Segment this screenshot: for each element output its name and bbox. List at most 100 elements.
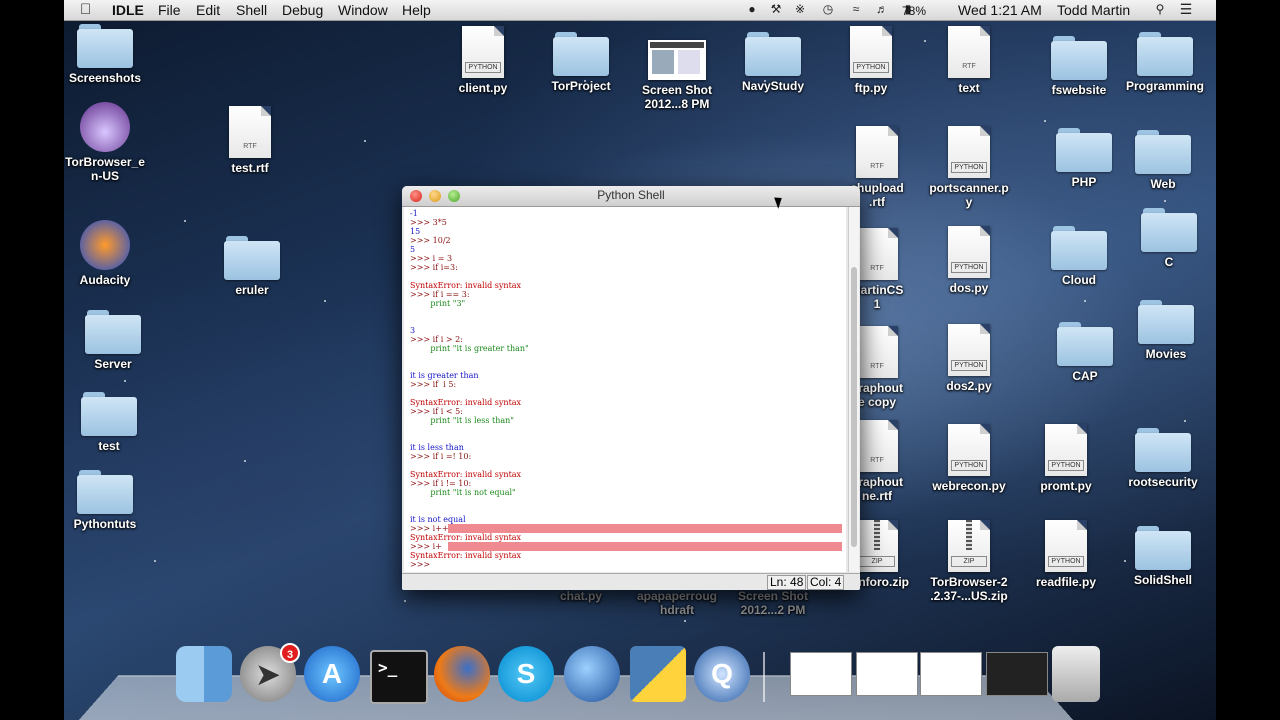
- desktop-icon-movies[interactable]: Movies: [1111, 300, 1216, 361]
- desktop-icon-text[interactable]: RTF text: [914, 26, 1024, 95]
- shell-line: >>> if i == 3:: [410, 290, 470, 299]
- desktop-icon-programming[interactable]: Programming: [1110, 32, 1216, 93]
- desktop-icon-solidshell[interactable]: SolidShell: [1108, 526, 1216, 587]
- vertical-scrollbar[interactable]: [848, 207, 859, 572]
- audacity-icon: [80, 220, 130, 270]
- desktop-icon-client-py[interactable]: PYTHON client.py: [428, 26, 538, 95]
- desktop-icon-label: test: [98, 439, 120, 453]
- volume-icon[interactable]: ♬: [874, 2, 890, 17]
- desktop-icon-promt-py[interactable]: PYTHON promt.py: [1011, 424, 1121, 493]
- desktop-icon-navystudy[interactable]: NavyStudy: [718, 32, 828, 93]
- folder-icon: [745, 32, 801, 76]
- shell-line: -1: [410, 209, 418, 218]
- shell-line: >>> if i =! 10:: [410, 452, 472, 461]
- menu-edit[interactable]: Edit: [196, 1, 220, 19]
- folder-icon: [85, 310, 141, 354]
- desktop-icon-eruler[interactable]: eruler: [197, 236, 307, 297]
- folder-icon: [1056, 128, 1112, 172]
- python-icon[interactable]: [630, 646, 686, 702]
- skype-status-icon[interactable]: ●: [744, 2, 760, 17]
- menu-window[interactable]: Window: [338, 1, 388, 19]
- spotlight-search-icon[interactable]: ⚲: [1152, 2, 1168, 17]
- quicktime-icon[interactable]: Q: [694, 646, 750, 702]
- dock-separator: [763, 652, 765, 702]
- desktop-icon-label: Screen Shot 2012...2 PM: [737, 589, 809, 617]
- python-shell-window[interactable]: Python Shell -1 >>> 3*5 15 >>> 10/2 5 >>> i =…: [402, 186, 860, 590]
- desktop-icon-torbrowser-en-us[interactable]: TorBrowser_e n-US: [64, 102, 160, 183]
- desktop-icon-test[interactable]: test: [64, 392, 164, 453]
- desktop-icon-label: Pythontuts: [73, 517, 137, 531]
- shell-line: >>> if i != 10:: [410, 479, 472, 488]
- shell-line: >>> i+: [410, 542, 442, 551]
- desktop-icon-screen-shot2012-8-pm[interactable]: Screen Shot 2012...8 PM: [622, 40, 732, 111]
- terminal-glyph: >_: [378, 658, 398, 677]
- finder-icon[interactable]: [176, 646, 232, 702]
- folder-icon: [1135, 130, 1191, 174]
- menu-file[interactable]: File: [158, 1, 181, 19]
- scrollbar-thumb[interactable]: [851, 267, 857, 547]
- desktop-icon-label: Programming: [1125, 79, 1204, 93]
- shell-line: >>> if i < 5:: [410, 407, 463, 416]
- error-highlight: [448, 524, 842, 533]
- desktop-icon-screenshots[interactable]: Screenshots: [64, 24, 160, 85]
- shell-line: >>>: [410, 560, 431, 569]
- desktop-icon-ftp-py[interactable]: PYTHON ftp.py: [816, 26, 926, 95]
- menu-debug[interactable]: Debug: [282, 1, 323, 19]
- window-title: Python Shell: [597, 188, 665, 202]
- menu-help[interactable]: Help: [402, 1, 431, 19]
- desktop-icon-label: NavyStudy: [741, 79, 805, 93]
- desktop-icon-test-rtf[interactable]: RTF test.rtf: [195, 106, 305, 175]
- battery-percent: 78%: [902, 4, 927, 18]
- wifi-icon[interactable]: ≈: [848, 2, 864, 17]
- minimized-window-3[interactable]: [920, 652, 982, 696]
- zip-file-icon: ZIP: [856, 520, 898, 572]
- terminal-icon[interactable]: >_: [370, 650, 428, 704]
- thunderbird-icon[interactable]: [564, 646, 620, 702]
- desktop-icon-c[interactable]: C: [1114, 208, 1216, 269]
- apple-menu-icon[interactable]: : [80, 1, 91, 19]
- firefox-icon[interactable]: [434, 646, 490, 702]
- desktop-icon-pythontuts[interactable]: Pythontuts: [64, 470, 160, 531]
- user-name[interactable]: Todd Martin: [1057, 1, 1130, 19]
- desktop:  IDLE File Edit Shell Debug Window Help…: [64, 0, 1216, 720]
- desktop-icon-server[interactable]: Server: [64, 310, 168, 371]
- minimized-window-4[interactable]: [986, 652, 1048, 696]
- notification-list-icon[interactable]: ☰: [1178, 2, 1194, 17]
- desktop-icon-web[interactable]: Web: [1108, 130, 1216, 191]
- folder-icon: [1051, 226, 1107, 270]
- tools-icon[interactable]: ⚒: [768, 2, 784, 17]
- shell-line: >>> i = 3: [410, 254, 453, 263]
- clock[interactable]: Wed 1:21 AM: [958, 1, 1042, 19]
- rtf-file-icon: RTF: [856, 326, 898, 378]
- rtf-file-icon: RTF: [229, 106, 271, 158]
- desktop-icon-label: text: [958, 81, 980, 95]
- bluetooth-icon[interactable]: ※: [792, 2, 808, 17]
- tor-browser-icon: [80, 102, 130, 152]
- shell-line: print "it is not equal": [410, 488, 516, 497]
- column-number: Col: 4: [807, 575, 845, 590]
- minimized-window-1[interactable]: [790, 652, 852, 696]
- shell-line: it is greater than: [410, 371, 479, 380]
- desktop-icon-audacity[interactable]: Audacity: [64, 220, 160, 287]
- folder-icon: [1051, 36, 1107, 80]
- skype-icon[interactable]: S: [498, 646, 554, 702]
- desktop-icon-label: apapaperroug hdraft: [636, 589, 717, 617]
- screen:  IDLE File Edit Shell Debug Window Help…: [0, 0, 1280, 720]
- app-store-icon[interactable]: A: [304, 646, 360, 702]
- desktop-icon-label: promt.py: [1040, 479, 1092, 493]
- desktop-icon-label: TorBrowser_e n-US: [65, 155, 145, 183]
- minimized-window-2[interactable]: [856, 652, 918, 696]
- desktop-icon-label: Screenshots: [68, 71, 142, 85]
- shell-line: print "it is less than": [410, 416, 514, 425]
- desktop-icon-label: Audacity: [79, 273, 131, 287]
- trash-icon[interactable]: [1052, 646, 1100, 702]
- title-bar[interactable]: Python Shell: [402, 186, 860, 207]
- time-machine-icon[interactable]: ◷: [820, 2, 836, 17]
- shell-line: print "it is greater than": [410, 344, 529, 353]
- menu-shell[interactable]: Shell: [236, 1, 267, 19]
- app-menu[interactable]: IDLE: [112, 1, 144, 19]
- desktop-icon-torproject[interactable]: TorProject: [526, 32, 636, 93]
- shell-text-area[interactable]: -1 >>> 3*5 15 >>> 10/2 5 >>> i = 3 >>> if i=3:…: [404, 207, 846, 572]
- desktop-icon-rootsecurity[interactable]: rootsecurity: [1108, 428, 1216, 489]
- desktop-icon-readfile-py[interactable]: PYTHON readfile.py: [1011, 520, 1121, 589]
